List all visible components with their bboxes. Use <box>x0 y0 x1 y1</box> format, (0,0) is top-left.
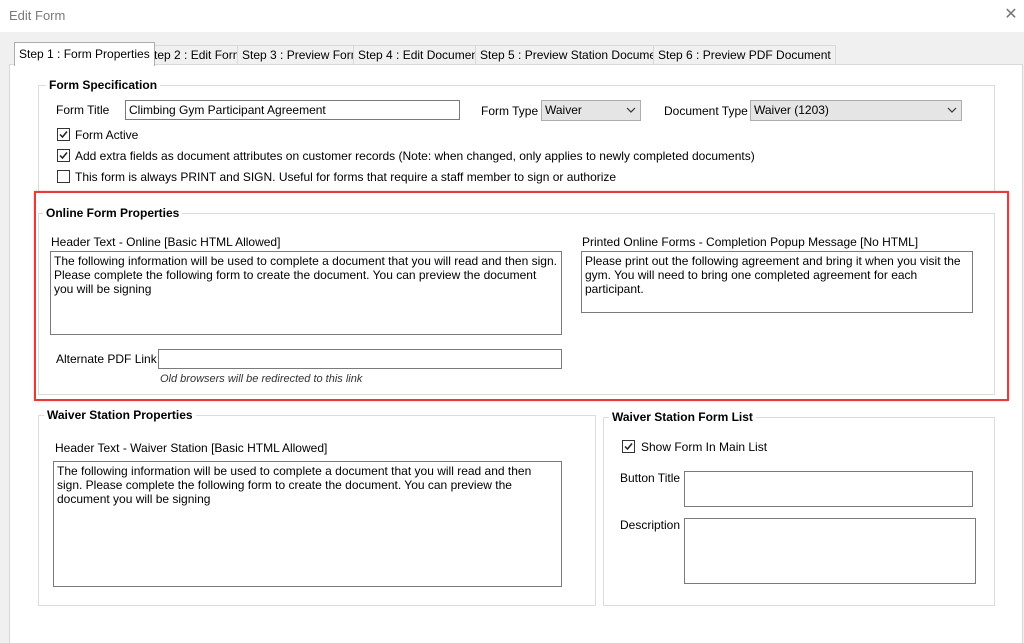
document-type-label: Document Type <box>664 104 748 118</box>
description-textarea[interactable] <box>684 518 976 584</box>
form-type-select[interactable]: Waiver <box>541 100 641 121</box>
alternate-pdf-input[interactable] <box>158 349 562 369</box>
popup-message-label: Printed Online Forms - Completion Popup … <box>582 235 919 249</box>
waiver-station-form-list-legend: Waiver Station Form List <box>609 410 756 424</box>
window-titlebar <box>0 0 1024 32</box>
form-specification-legend: Form Specification <box>46 78 161 92</box>
print-sign-checkbox[interactable] <box>57 170 70 183</box>
station-header-textarea[interactable]: The following information will be used t… <box>53 461 562 587</box>
station-header-label: Header Text - Waiver Station [Basic HTML… <box>55 441 328 455</box>
form-type-value: Waiver <box>545 103 582 117</box>
alternate-pdf-label: Alternate PDF Link <box>56 352 157 366</box>
document-type-select[interactable]: Waiver (1203) <box>750 100 962 121</box>
checkmark-icon <box>59 131 68 139</box>
form-title-label: Form Title <box>56 103 110 117</box>
document-type-value: Waiver (1203) <box>754 103 829 117</box>
tab-edit-document[interactable]: Step 4 : Edit Document <box>353 45 487 65</box>
alternate-pdf-hint: Old browsers will be redirected to this … <box>160 373 363 385</box>
show-in-main-list-checkbox[interactable] <box>622 440 635 453</box>
checkmark-icon <box>59 152 68 160</box>
online-header-textarea[interactable]: The following information will be used t… <box>50 251 562 335</box>
waiver-station-properties-legend: Waiver Station Properties <box>44 408 196 422</box>
chevron-down-icon <box>626 107 636 113</box>
form-active-checkbox[interactable] <box>57 128 70 141</box>
close-icon[interactable]: ✕ <box>999 2 1023 28</box>
window-title: Edit Form <box>9 8 66 23</box>
button-title-input[interactable] <box>684 471 973 507</box>
button-title-label: Button Title <box>620 471 681 485</box>
description-label: Description <box>620 518 681 532</box>
show-in-main-list-label: Show Form In Main List <box>641 440 768 454</box>
checkmark-icon <box>624 443 633 451</box>
form-type-label: Form Type <box>481 104 539 118</box>
form-active-label: Form Active <box>75 128 139 142</box>
tab-preview-pdf-document[interactable]: Step 6 : Preview PDF Document <box>653 45 836 65</box>
form-title-input[interactable]: Climbing Gym Participant Agreement <box>125 100 460 120</box>
extra-fields-checkbox[interactable] <box>57 149 70 162</box>
online-form-properties-legend: Online Form Properties <box>43 206 183 220</box>
tab-preview-station-document[interactable]: Step 5 : Preview Station Document <box>475 45 672 65</box>
extra-fields-label: Add extra fields as document attributes … <box>75 149 755 163</box>
tab-preview-form[interactable]: Step 3 : Preview Form <box>237 45 366 65</box>
popup-message-textarea[interactable]: Please print out the following agreement… <box>581 251 973 313</box>
chevron-down-icon <box>947 107 957 113</box>
tab-edit-form[interactable]: Step 2 : Edit Form <box>141 45 248 65</box>
print-sign-label: This form is always PRINT and SIGN. Usef… <box>75 170 617 184</box>
tab-form-properties[interactable]: Step 1 : Form Properties <box>14 42 155 66</box>
online-header-label: Header Text - Online [Basic HTML Allowed… <box>51 235 281 249</box>
